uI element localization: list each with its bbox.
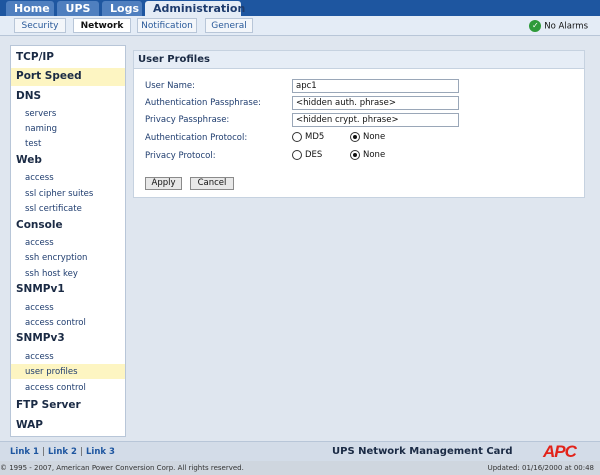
sidebar-item-wap[interactable]: WAP xyxy=(16,419,130,431)
copyright-text: © 1995 - 2007, American Power Conversion… xyxy=(0,464,244,472)
radio-unchecked-icon xyxy=(292,150,302,160)
subtab-network[interactable]: Network xyxy=(73,18,131,33)
auth-passphrase-label: Authentication Passphrase: xyxy=(145,98,261,108)
privacy-protocol-des-label: DES xyxy=(305,150,323,160)
auth-protocol-md5-label: MD5 xyxy=(305,132,325,142)
privacy-protocol-des-radio[interactable]: DES xyxy=(292,150,322,160)
subtab-general[interactable]: General xyxy=(205,18,253,33)
footer-link-2[interactable]: Link 2 xyxy=(48,447,77,457)
sidebar-item-naming[interactable]: naming xyxy=(25,124,139,134)
check-icon: ✓ xyxy=(529,20,542,32)
privacy-protocol-label: Privacy Protocol: xyxy=(145,151,216,161)
tab-logs[interactable]: Logs xyxy=(102,1,142,16)
auth-passphrase-input[interactable] xyxy=(292,96,459,110)
footer-bar: Link 1 | Link 2 | Link 3 UPS Network Man… xyxy=(0,441,600,461)
sidebar-item-access[interactable]: access xyxy=(25,238,139,248)
privacy-passphrase-input[interactable] xyxy=(292,113,459,127)
privacy-protocol-none-label: None xyxy=(363,150,386,160)
user-profiles-panel: User Profiles User Name: Authentication … xyxy=(133,50,585,198)
top-nav-bar: Home UPS Logs Administration xyxy=(0,0,600,16)
sidebar-item-port-speed[interactable]: Port Speed xyxy=(16,70,130,82)
privacy-passphrase-label: Privacy Passphrase: xyxy=(145,115,230,125)
radio-unchecked-icon xyxy=(292,132,302,142)
sidebar-item-servers[interactable]: servers xyxy=(25,109,139,119)
updated-timestamp: Updated: 01/16/2000 at 00:48 xyxy=(487,464,594,472)
subtab-security[interactable]: Security xyxy=(14,18,66,33)
sub-nav-bar: Security Network Notification General ✓ N… xyxy=(0,16,600,36)
sidebar-item-ssh-host-key[interactable]: ssh host key xyxy=(25,269,139,279)
subtab-notification[interactable]: Notification xyxy=(137,18,197,33)
sidebar-item-user-profiles[interactable]: user profiles xyxy=(25,367,139,377)
tab-administration[interactable]: Administration xyxy=(145,1,245,16)
auth-protocol-none-radio[interactable]: None xyxy=(350,132,385,142)
sidebar-item-snmpv1[interactable]: SNMPv1 xyxy=(16,283,130,295)
sidebar-item-ssl-cipher-suites[interactable]: ssl cipher suites xyxy=(25,189,139,199)
auth-protocol-md5-radio[interactable]: MD5 xyxy=(292,132,324,142)
sidebar-item-ssh-encryption[interactable]: ssh encryption xyxy=(25,253,139,263)
sidebar-item-console[interactable]: Console xyxy=(16,219,130,231)
sidebar-item-access-control[interactable]: access control xyxy=(25,383,139,393)
sidebar-item-ssl-certificate[interactable]: ssl certificate xyxy=(25,204,139,214)
privacy-protocol-none-radio[interactable]: None xyxy=(350,150,385,160)
sidebar-item-access[interactable]: access xyxy=(25,173,139,183)
tab-ups[interactable]: UPS xyxy=(57,1,99,16)
auth-protocol-label: Authentication Protocol: xyxy=(145,133,248,143)
sidebar-item-dns[interactable]: DNS xyxy=(16,90,130,102)
sidebar-item-snmpv3[interactable]: SNMPv3 xyxy=(16,332,130,344)
tab-home[interactable]: Home xyxy=(6,1,54,16)
product-name: UPS Network Management Card xyxy=(332,446,513,457)
footer-link-3[interactable]: Link 3 xyxy=(86,447,115,457)
user-name-input[interactable] xyxy=(292,79,459,93)
auth-protocol-none-label: None xyxy=(363,132,386,142)
sidebar-item-access[interactable]: access xyxy=(25,303,139,313)
alarm-status-label: No Alarms xyxy=(544,21,588,32)
sidebar-item-ftp-server[interactable]: FTP Server xyxy=(16,399,130,411)
sidebar-item-tcp-ip[interactable]: TCP/IP xyxy=(16,51,130,63)
sidebar-item-test[interactable]: test xyxy=(25,139,139,149)
radio-checked-icon xyxy=(350,132,360,142)
sidebar: TCP/IP Port Speed DNS servers naming test Web a… xyxy=(10,45,126,437)
apc-logo: APC xyxy=(543,442,577,461)
cancel-button[interactable]: Cancel xyxy=(190,177,234,190)
panel-title: User Profiles xyxy=(134,51,584,69)
sidebar-item-access-control[interactable]: access control xyxy=(25,318,139,328)
radio-checked-icon xyxy=(350,150,360,160)
apply-button[interactable]: Apply xyxy=(145,177,182,190)
footer-separator: | xyxy=(80,447,83,457)
alarm-status[interactable]: ✓ No Alarms xyxy=(529,20,588,33)
copyright-bar: © 1995 - 2007, American Power Conversion… xyxy=(0,461,600,475)
user-name-label: User Name: xyxy=(145,81,196,91)
footer-separator: | xyxy=(42,447,45,457)
sidebar-item-web[interactable]: Web xyxy=(16,154,130,166)
footer-link-1[interactable]: Link 1 xyxy=(10,447,39,457)
sidebar-item-access[interactable]: access xyxy=(25,352,139,362)
